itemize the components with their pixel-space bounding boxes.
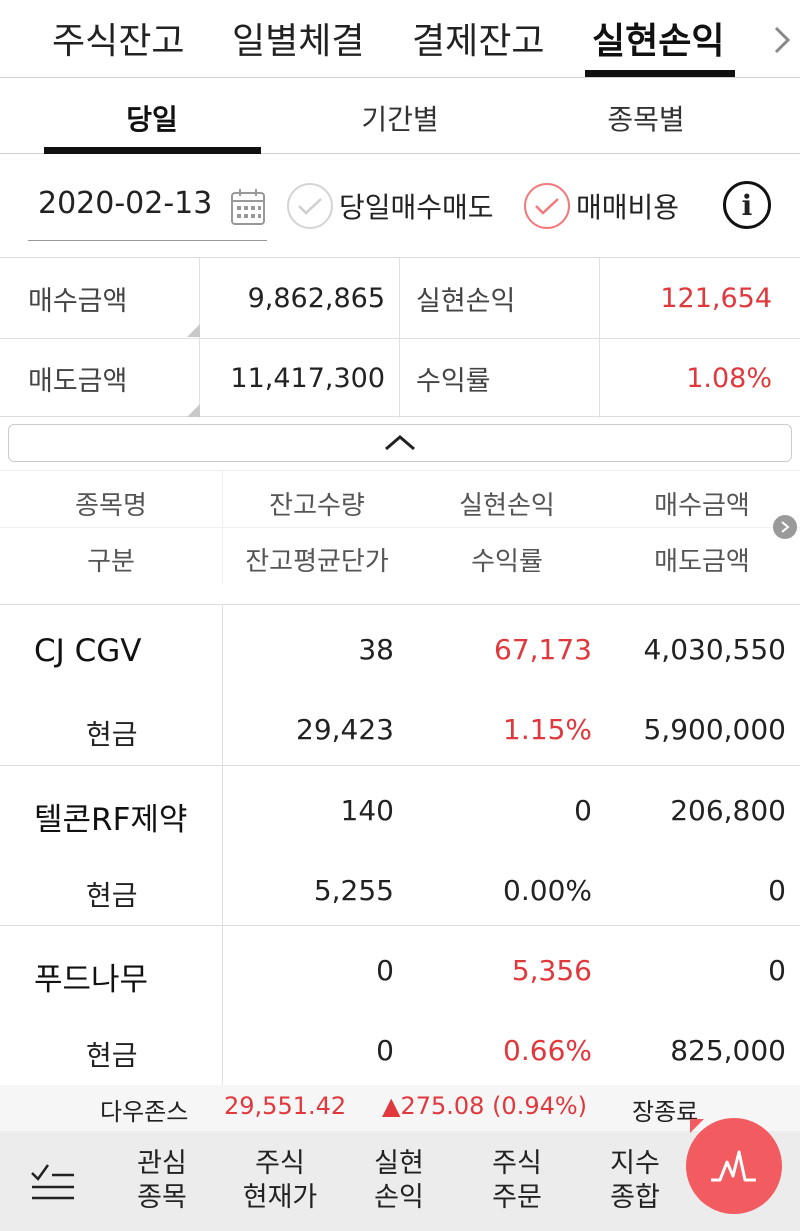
stock-name: 텔콘RF제약 <box>34 802 188 838</box>
nav-label: 관심 <box>137 1148 187 1179</box>
realized-pnl: 67,173 <box>494 633 592 666</box>
tab-settlement-balance[interactable]: 결제잔고 <box>412 12 544 64</box>
header-buy-amount: 매수금액 <box>654 491 750 521</box>
sell-amount: 0 <box>768 874 786 907</box>
header-type: 구분 <box>87 547 135 577</box>
nav-label: 손익 <box>374 1182 424 1213</box>
realized-pnl: 0 <box>574 794 592 827</box>
header-stock-name: 종목명 <box>75 491 147 521</box>
nav-label: 종합 <box>610 1182 660 1213</box>
chevron-up-icon <box>385 435 415 451</box>
avg-price: 0 <box>376 1034 394 1067</box>
trade-fee-checkbox[interactable]: 매매비용 <box>524 180 679 232</box>
header-balance-qty: 잔고수량 <box>269 491 365 521</box>
balance-qty: 140 <box>340 794 394 827</box>
table-row[interactable]: 텔콘RF제약 140 0 206,800 현금 5,255 0.00% 0 <box>0 765 800 926</box>
date-picker-field[interactable]: 2020-02-13 <box>28 176 267 241</box>
sell-amount-value: 11,417,300 <box>200 338 400 418</box>
tab-daily-execution[interactable]: 일별체결 <box>232 12 364 64</box>
sell-amount: 5,900,000 <box>643 713 786 746</box>
top-tab-bar: 주식잔고 일별체결 결제잔고 실현손익 <box>0 0 800 78</box>
corner-marker <box>187 404 200 417</box>
return-rate: 0.66% <box>503 1034 592 1067</box>
nav-label: 주식 <box>255 1148 305 1179</box>
subtab-period[interactable]: 기간별 <box>292 98 508 138</box>
nav-stock-price[interactable]: 주식 현재가 <box>225 1147 335 1215</box>
nav-label: 실현 <box>374 1148 424 1179</box>
corner-marker <box>187 324 200 337</box>
nav-label: 종목 <box>137 1182 187 1213</box>
buy-amount: 4,030,550 <box>643 633 786 666</box>
calendar-icon[interactable] <box>230 188 266 226</box>
check-icon <box>298 198 322 215</box>
same-day-trade-checkbox[interactable]: 당일매수매도 <box>287 180 494 232</box>
trade-type: 현금 <box>86 718 138 751</box>
stock-name: CJ CGV <box>34 633 142 669</box>
return-rate: 1.15% <box>503 713 592 746</box>
index-value: 29,551.42 <box>224 1092 347 1120</box>
active-subtab-indicator <box>44 147 261 154</box>
stock-name: 푸드나무 <box>34 962 149 998</box>
sell-amount: 825,000 <box>670 1034 786 1067</box>
trade-type: 현금 <box>86 879 138 912</box>
nav-index-overview[interactable]: 지수 종합 <box>580 1147 690 1215</box>
summary-panel: 매수금액 9,862,865 실현손익 121,654 매도금액 11,417,… <box>0 257 800 418</box>
nav-label: 현재가 <box>242 1182 318 1213</box>
date-value: 2020-02-13 <box>38 186 213 221</box>
header-sell-amount: 매도금액 <box>654 547 750 577</box>
index-ticker[interactable]: 다우존스 29,551.42 ▲275.08 (0.94%) 장종료 <box>0 1085 800 1131</box>
avg-price: 29,423 <box>296 713 394 746</box>
nav-realized-pnl[interactable]: 실현 손익 <box>344 1147 454 1215</box>
fab-pointer <box>690 1119 704 1133</box>
subtab-by-stock[interactable]: 종목별 <box>538 98 754 138</box>
collapse-summary-button[interactable] <box>8 424 792 462</box>
index-name: 다우존스 <box>100 1098 189 1126</box>
header-avg-price: 잔고평균단가 <box>245 547 389 577</box>
buy-amount: 206,800 <box>670 794 786 827</box>
info-icon[interactable]: i <box>723 181 771 229</box>
balance-qty: 38 <box>358 633 394 666</box>
divider <box>0 527 800 528</box>
list-header: 종목명 잔고수량 실현손익 매수금액 구분 잔고평균단가 수익률 매도금액 <box>0 470 800 583</box>
realized-pnl-label: 실현손익 <box>400 258 600 338</box>
trade-type: 현금 <box>86 1039 138 1072</box>
tab-realized-pnl[interactable]: 실현손익 <box>592 12 724 64</box>
nav-label: 주문 <box>492 1182 542 1213</box>
nav-stock-order[interactable]: 주식 주문 <box>462 1147 572 1215</box>
realized-pnl-value: 121,654 <box>660 282 772 314</box>
nav-label: 지수 <box>610 1148 660 1179</box>
same-day-trade-label: 당일매수매도 <box>339 191 494 224</box>
sub-tab-bar: 당일 기간별 종목별 <box>0 78 800 154</box>
check-icon <box>535 198 559 215</box>
return-rate-value: 1.08% <box>686 362 772 394</box>
return-rate: 0.00% <box>503 874 592 907</box>
menu-checklist-icon[interactable] <box>28 1161 76 1201</box>
sell-amount-label: 매도금액 <box>0 338 200 418</box>
header-realized-pnl: 실현손익 <box>459 491 555 521</box>
balance-qty: 0 <box>376 954 394 987</box>
buy-amount-label: 매수금액 <box>0 258 200 338</box>
nav-label: 주식 <box>492 1148 542 1179</box>
buy-amount-value: 9,862,865 <box>200 258 400 338</box>
chevron-right-icon[interactable] <box>766 22 800 58</box>
chart-line-icon <box>711 1150 756 1182</box>
realized-pnl: 5,356 <box>511 954 592 987</box>
scroll-right-icon[interactable] <box>773 515 797 539</box>
table-row[interactable]: CJ CGV 38 67,173 4,030,550 현금 29,423 1.1… <box>0 604 800 765</box>
checkbox-circle-checked <box>524 183 570 229</box>
avg-price: 5,255 <box>313 874 394 907</box>
checkbox-circle <box>287 183 333 229</box>
return-rate-label: 수익률 <box>400 338 600 418</box>
active-tab-indicator <box>585 70 735 77</box>
bottom-nav: 관심 종목 주식 현재가 실현 손익 주식 주문 지수 종합 <box>0 1131 800 1231</box>
table-row[interactable]: 푸드나무 0 5,356 0 현금 0 0.66% 825,000 <box>0 925 800 1086</box>
header-return-rate: 수익률 <box>471 547 543 577</box>
subtab-today[interactable]: 당일 <box>44 98 260 138</box>
buy-amount: 0 <box>768 954 786 987</box>
nav-watchlist[interactable]: 관심 종목 <box>107 1147 217 1215</box>
market-status: 장종료 <box>632 1098 699 1126</box>
tab-stock-balance[interactable]: 주식잔고 <box>52 12 184 64</box>
trade-fee-label: 매매비용 <box>576 191 680 224</box>
index-change: ▲275.08 (0.94%) <box>382 1092 588 1120</box>
